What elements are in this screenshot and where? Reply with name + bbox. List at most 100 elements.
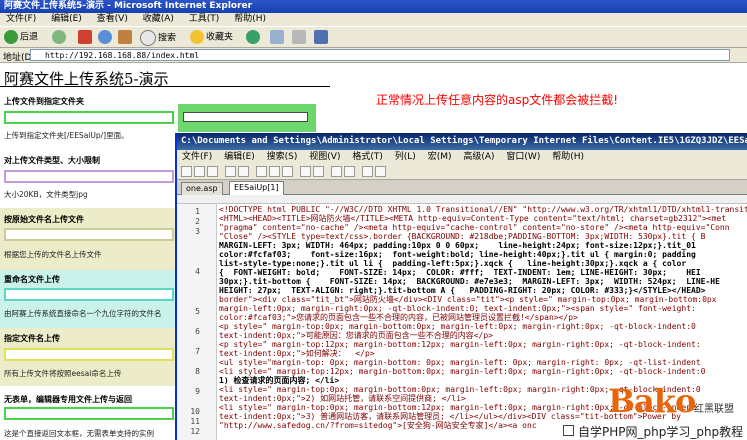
refresh-icon: [98, 30, 112, 44]
browser-menu-bar: 文件(F) 编辑(E) 查看(V) 收藏(A) 工具(T) 帮助(H): [0, 13, 747, 26]
notepad-toolbar: [177, 164, 747, 180]
browser-title-bar: 阿赛文件上传系统5-演示 - Microsoft Internet Explor…: [0, 0, 747, 13]
search-icon: [140, 30, 156, 46]
line-number: 12: [190, 427, 200, 436]
browser-toolbar: 后退 搜索 收藏夹: [0, 26, 747, 48]
print-icon[interactable]: [225, 166, 236, 177]
address-input[interactable]: http://192.168.168.88/index.html: [30, 49, 730, 61]
submit-input[interactable]: [183, 112, 308, 122]
line-number: 4: [195, 267, 200, 276]
notepad-menu-bar: 文件(F) 编辑(E) 搜索(S) 视图(V) 格式(T) 列(L) 宏(M) …: [177, 150, 747, 164]
section-desc: 由阿赛上传系统直接命名一个九位字符的文件名: [4, 309, 162, 318]
watermark-bar: 自学PHP网_php学习_php教程: [560, 421, 747, 440]
np-menu-search[interactable]: 搜索(S): [267, 152, 298, 162]
file-input-4[interactable]: [4, 288, 174, 301]
search-button[interactable]: 搜索: [140, 30, 176, 46]
refresh-button[interactable]: [98, 30, 114, 45]
np-menu-file[interactable]: 文件(F): [182, 152, 212, 162]
menu-edit[interactable]: 编辑(E): [51, 14, 82, 24]
section-title: 对上传文件类型、大小限制: [4, 156, 100, 165]
np-menu-advanced[interactable]: 高级(A): [463, 152, 494, 162]
back-button[interactable]: 后退: [4, 30, 38, 45]
edit-button[interactable]: [314, 30, 330, 45]
line-number: 7: [195, 347, 200, 356]
menu-tools[interactable]: 工具(T): [189, 14, 220, 24]
tab-one-asp[interactable]: one.asp: [181, 182, 223, 195]
section-desc: 所有上传文件将按照eesai命名上传: [4, 369, 122, 378]
line-number: 6: [195, 327, 200, 336]
line-number: 5: [195, 307, 200, 316]
replace-icon[interactable]: [344, 166, 355, 177]
stop-button[interactable]: [78, 30, 94, 45]
menu-view[interactable]: 查看(V): [97, 14, 128, 24]
line-number: 1: [195, 207, 200, 216]
watermark-tagline: 红黑联盟: [694, 404, 734, 415]
copy-icon[interactable]: [269, 166, 280, 177]
divider: [0, 86, 330, 87]
line-number: 9: [195, 387, 200, 396]
site-icon: [563, 425, 574, 436]
section-title: 无表单，编辑器专用文件上传与返回: [4, 395, 132, 404]
redo-icon[interactable]: [313, 166, 324, 177]
preview-icon[interactable]: [238, 166, 249, 177]
section-desc: 上传到指定文件夹[/EESaiUp/]里面。: [4, 131, 129, 140]
mail-button[interactable]: [270, 30, 286, 45]
address-bar: 地址(D) http://192.168.168.88/index.html: [0, 48, 747, 63]
line-number-gutter: 1 2 3 4 5 6 7 8 9 10 11 12: [177, 204, 217, 440]
home-icon: [118, 30, 132, 44]
section-title: 按原始文件名上传文件: [4, 215, 84, 224]
favorites-button[interactable]: 收藏夹: [190, 30, 233, 45]
watermark: Bako 红黑联盟 自学PHP网_php学习_php教程: [560, 380, 747, 440]
line-number: 11: [190, 417, 200, 426]
watermark-site: 自学PHP网_php学习_php教程: [578, 425, 744, 439]
save-icon[interactable]: [207, 166, 218, 177]
find-icon[interactable]: [331, 166, 342, 177]
line-number: 3: [195, 227, 200, 236]
np-menu-help[interactable]: 帮助(H): [552, 152, 584, 162]
notepad-title-bar: C:\Documents and Settings\Administrator\…: [177, 133, 747, 150]
line-number: 10: [190, 407, 200, 416]
font-icon[interactable]: [375, 166, 386, 177]
home-button[interactable]: [118, 30, 134, 45]
section-desc: 根据您上传的文件名上传文件: [4, 250, 102, 259]
section-title: 上传文件到指定文件夹: [4, 97, 84, 106]
file-input-2[interactable]: [4, 170, 174, 183]
wrap-icon[interactable]: [362, 166, 373, 177]
menu-help[interactable]: 帮助(H): [234, 14, 266, 24]
print-button[interactable]: [292, 30, 308, 45]
cut-icon[interactable]: [256, 166, 267, 177]
np-menu-edit[interactable]: 编辑(E): [224, 152, 255, 162]
file-input-1[interactable]: [4, 111, 174, 124]
print-icon: [292, 30, 306, 44]
np-menu-column[interactable]: 列(L): [395, 152, 416, 162]
watermark-logo: Bako: [608, 382, 696, 420]
file-input-3[interactable]: [4, 228, 174, 241]
new-file-icon[interactable]: [181, 166, 192, 177]
np-menu-macro[interactable]: 宏(M): [428, 152, 452, 162]
line-number: 2: [195, 217, 200, 226]
open-icon[interactable]: [194, 166, 205, 177]
notice-text: 正常情况上传任意内容的asp文件都会被拦截!: [376, 93, 619, 107]
tab-eesaiup[interactable]: EESaiUp[1]: [229, 181, 284, 195]
mail-icon: [270, 30, 284, 44]
menu-file[interactable]: 文件(F): [6, 14, 36, 24]
menu-favorites[interactable]: 收藏(A): [143, 14, 174, 24]
stop-icon: [78, 30, 92, 44]
forward-arrow-icon: [52, 30, 66, 44]
notepad-tabs: one.asp EESaiUp[1]: [177, 180, 747, 195]
code-line: "http://www.safedog.cn/?from=sitedog">[安…: [219, 421, 537, 430]
file-input-6[interactable]: [4, 407, 174, 420]
forward-button[interactable]: [52, 30, 68, 45]
np-menu-view[interactable]: 视图(V): [309, 152, 340, 162]
section-title: 指定文件名上传: [4, 334, 60, 343]
undo-icon[interactable]: [300, 166, 311, 177]
np-menu-window[interactable]: 窗口(W): [506, 152, 540, 162]
section-title: 重命名文件上传: [4, 275, 60, 284]
media-button[interactable]: [246, 30, 262, 45]
line-number: 8: [195, 367, 200, 376]
edit-icon: [314, 30, 328, 44]
file-input-5[interactable]: [4, 348, 174, 361]
back-arrow-icon: [4, 30, 18, 44]
np-menu-format[interactable]: 格式(T): [352, 152, 383, 162]
paste-icon[interactable]: [282, 166, 293, 177]
